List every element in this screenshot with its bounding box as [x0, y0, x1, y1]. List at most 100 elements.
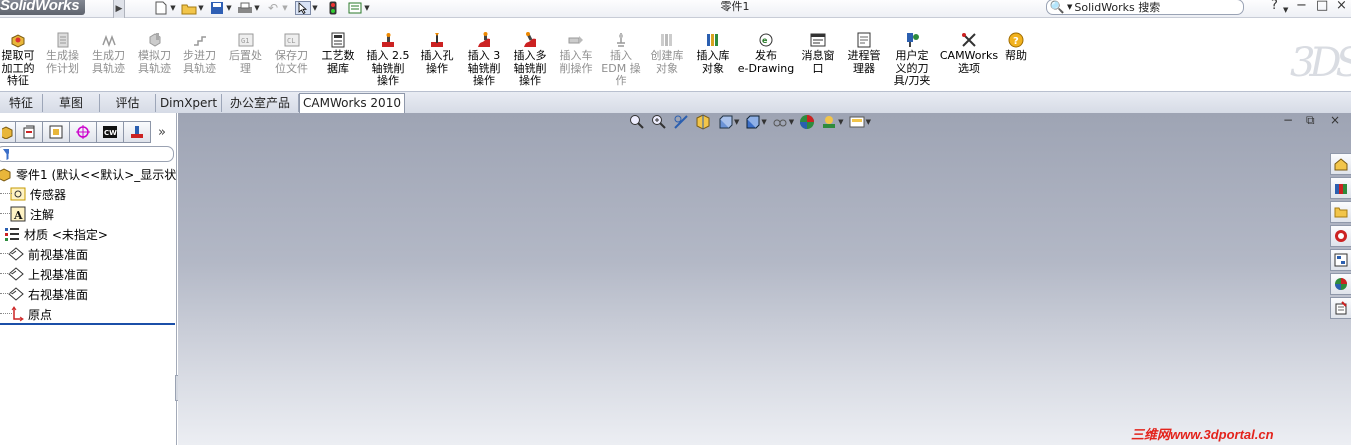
chevron-down-icon[interactable]: ▼	[1283, 2, 1288, 18]
save-cl-button[interactable]: CL 保存刀 位文件	[273, 32, 310, 75]
insert-hole-button[interactable]: 插入孔 操作	[418, 32, 456, 75]
insert-turn-button[interactable]: 插入车 削操作	[556, 32, 596, 75]
minimize-button[interactable]: −	[1296, 0, 1307, 14]
tree-item-origin[interactable]: 原点	[0, 304, 177, 324]
menu-expand-arrow[interactable]: ▶	[113, 0, 125, 18]
more-tabs-icon[interactable]: »	[151, 121, 173, 143]
edit-appearance-icon[interactable]	[799, 114, 815, 130]
help-menu-icon[interactable]: ?	[1271, 0, 1278, 14]
generate-toolpath-button[interactable]: 生成刀 具轨迹	[90, 32, 127, 75]
tab-evaluate[interactable]: 评估	[100, 94, 156, 112]
insert-edm-button[interactable]: 插入 EDM 操 作	[601, 32, 641, 88]
design-library-tab[interactable]	[1330, 177, 1351, 199]
post-process-button[interactable]: G1 后置处 理	[227, 32, 264, 75]
material-icon	[5, 228, 19, 241]
chevron-down-icon[interactable]: ▼	[761, 118, 766, 126]
graphics-viewport[interactable]: ▼ ▼ ▼ ▼ ▼ − ⧉ ×	[178, 113, 1351, 445]
configuration-manager-tab[interactable]	[43, 121, 70, 143]
tree-item-material[interactable]: 材质 <未指定>	[0, 224, 177, 244]
chevron-down-icon[interactable]: ▼	[866, 118, 871, 126]
publish-edrawing-button[interactable]: e 发布 e-Drawing	[738, 32, 794, 75]
camworks-operation-tree-tab[interactable]	[124, 121, 151, 143]
annotation-icon: A	[10, 206, 26, 222]
tab-office-products[interactable]: 办公室产品	[222, 94, 299, 112]
feature-tree-filter-input[interactable]	[0, 146, 174, 162]
hide-show-items-icon[interactable]	[772, 114, 788, 130]
close-button[interactable]: ×	[1336, 0, 1347, 14]
chevron-down-icon[interactable]: ▼	[281, 1, 289, 15]
chevron-down-icon[interactable]: ▼	[253, 1, 261, 15]
step-toolpath-button[interactable]: 步进刀 具轨迹	[181, 32, 218, 75]
print-icon[interactable]	[237, 1, 253, 15]
view-settings-icon[interactable]	[849, 114, 865, 130]
generate-plan-button[interactable]: 生成操 作计划	[44, 32, 81, 75]
tab-camworks-2010[interactable]: CAMWorks 2010	[299, 93, 405, 114]
tab-sketch[interactable]: 草图	[43, 94, 100, 112]
tree-item-top-plane[interactable]: 上视基准面	[0, 264, 177, 284]
viewport-minimize-button[interactable]: −	[1283, 113, 1293, 127]
tab-features[interactable]: 特征	[0, 94, 43, 112]
custom-properties-tab[interactable]	[1330, 297, 1351, 319]
chevron-down-icon[interactable]: ▼	[169, 1, 177, 15]
app-logo-text: SolidWorks	[0, 0, 80, 14]
tree-item-right-plane[interactable]: 右视基准面	[0, 284, 177, 304]
restore-button[interactable]: □	[1316, 0, 1328, 14]
create-library-icon	[661, 34, 672, 46]
save-icon[interactable]	[209, 1, 225, 15]
section-view-icon[interactable]	[695, 114, 711, 130]
tab-dimxpert[interactable]: DimXpert	[156, 94, 222, 112]
user-tools-button[interactable]: 用户定 义的刀 具/刀夹	[891, 32, 933, 88]
viewport-restore-button[interactable]: ⧉	[1306, 113, 1315, 128]
view-palette-tab[interactable]	[1330, 249, 1351, 271]
tree-item-annotations[interactable]: A 注解	[0, 204, 177, 224]
tree-item-sensors[interactable]: 传感器	[0, 184, 177, 204]
zoom-to-area-icon[interactable]	[651, 114, 667, 130]
chevron-down-icon[interactable]: ▼	[838, 118, 843, 126]
new-document-icon[interactable]	[153, 1, 169, 15]
search-results-tab[interactable]	[1330, 225, 1351, 247]
chevron-down-icon[interactable]: ▼	[363, 1, 371, 15]
file-properties-icon[interactable]	[347, 1, 363, 15]
chevron-down-icon[interactable]: ▼	[311, 1, 319, 15]
feature-tree-tab[interactable]	[0, 121, 16, 143]
chevron-down-icon[interactable]: ▼	[734, 118, 739, 126]
insert-multiaxis-button[interactable]: 插入多 轴铣削 操作	[510, 32, 550, 88]
chevron-down-icon[interactable]: ▼	[789, 118, 794, 126]
tree-item-part[interactable]: 零件1 (默认<<默认>_显示状态 1>)	[0, 164, 177, 184]
display-style-icon[interactable]	[744, 114, 760, 130]
undo-icon[interactable]: ↶	[265, 1, 281, 15]
zoom-to-fit-icon[interactable]	[629, 114, 645, 130]
view-orientation-icon[interactable]	[717, 114, 733, 130]
tech-db-button[interactable]: 工艺数 据库	[319, 32, 357, 75]
insert-3axis-button[interactable]: 插入 3 轴铣削 操作	[464, 32, 504, 88]
solidworks-resources-tab[interactable]	[1330, 153, 1351, 175]
rebuild-traffic-light-icon[interactable]	[325, 1, 341, 15]
search-box[interactable]: 🔍 ▼ SolidWorks 搜索	[1046, 0, 1244, 15]
insert-lib-button[interactable]: 插入库 对象	[694, 32, 732, 75]
chevron-down-icon[interactable]: ▼	[225, 1, 233, 15]
viewport-close-button[interactable]: ×	[1330, 113, 1340, 127]
tree-item-front-plane[interactable]: 前视基准面	[0, 244, 177, 264]
simulate-toolpath-button[interactable]: 模拟刀 具轨迹	[136, 32, 173, 75]
chevron-down-icon[interactable]: ▼	[1067, 3, 1072, 11]
appearances-tab[interactable]	[1330, 273, 1351, 295]
property-manager-tab[interactable]	[16, 121, 43, 143]
camworks-options-button[interactable]: CAMWorks 选项	[940, 32, 998, 75]
previous-view-icon[interactable]	[673, 114, 689, 130]
process-manager-button[interactable]: 进程管 理器	[845, 32, 883, 75]
extract-features-button[interactable]: 提取可 加工的 特征	[0, 32, 36, 88]
message-window-button[interactable]: 消息窗 口	[799, 32, 837, 75]
insert-25axis-button[interactable]: 插入 2.5 轴铣削 操作	[365, 32, 411, 88]
app-logo[interactable]: SolidWorks	[0, 0, 86, 15]
search-input[interactable]: SolidWorks 搜索	[1074, 0, 1160, 14]
open-folder-icon[interactable]	[181, 1, 197, 15]
dimxpert-manager-tab[interactable]	[70, 121, 97, 143]
file-explorer-tab[interactable]	[1330, 201, 1351, 223]
create-lib-button[interactable]: 创建库 对象	[648, 32, 686, 75]
rollback-bar[interactable]	[0, 323, 175, 325]
apply-scene-icon[interactable]	[821, 114, 837, 130]
help-button[interactable]: ? 帮助	[1002, 32, 1030, 63]
chevron-down-icon[interactable]: ▼	[197, 1, 205, 15]
select-pointer-icon[interactable]	[295, 1, 311, 15]
camworks-feature-tree-tab[interactable]: CW	[97, 121, 124, 143]
